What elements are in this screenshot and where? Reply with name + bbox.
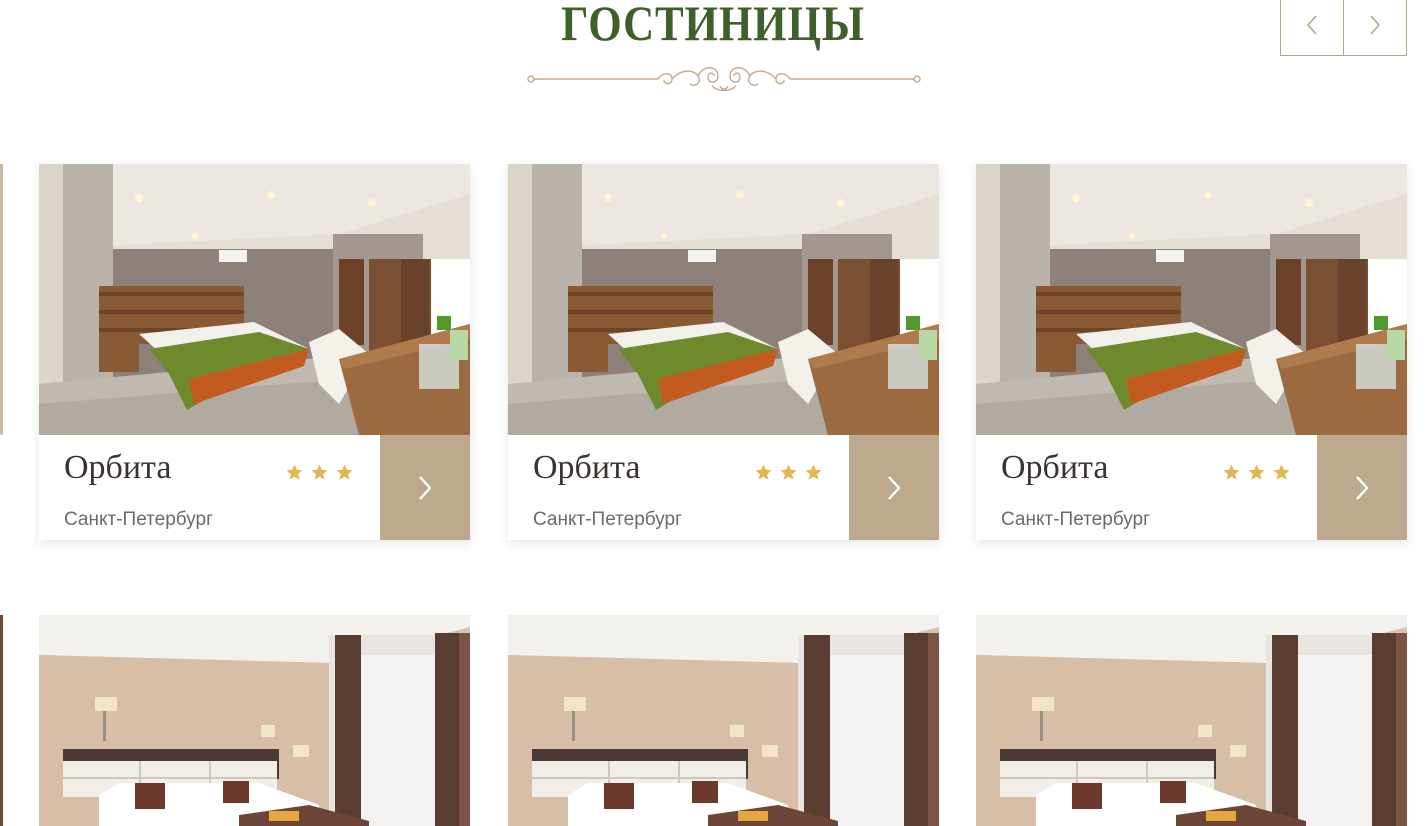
- hotel-city: Санкт-Петербург: [533, 509, 683, 530]
- star-icon: [755, 464, 772, 480]
- hotel-info: Орбита Санкт-Петербург: [976, 435, 1407, 540]
- hotel-card-partial: [0, 615, 3, 826]
- next-button[interactable]: [1342, 0, 1407, 56]
- prev-button[interactable]: [1280, 0, 1344, 56]
- hotel-card[interactable]: Орбита Санкт-Петербург: [39, 164, 470, 540]
- hotel-card[interactable]: [976, 615, 1407, 826]
- section-title: ГОСТИНИЦЫ: [561, 0, 865, 51]
- hotel-photo: [39, 164, 470, 435]
- hotel-card[interactable]: Орбита Санкт-Петербург: [508, 164, 939, 540]
- hotel-stars: [754, 463, 823, 482]
- hotel-photo: [508, 615, 939, 826]
- hotel-stars: [285, 463, 354, 482]
- hotels-page: ГОСТИНИЦЫ Орбита Санкт-Петербург Орбита …: [0, 0, 1426, 826]
- hotel-info: Орбита Санкт-Петербург: [39, 435, 470, 540]
- hotel-photo: [508, 164, 939, 435]
- star-icon: [311, 464, 328, 480]
- hotel-card[interactable]: Орбита Санкт-Петербург: [976, 164, 1407, 540]
- chevron-right-icon: [1356, 475, 1369, 500]
- hotel-stars: [1222, 463, 1291, 482]
- hotel-name: Орбита: [1001, 449, 1109, 486]
- star-icon: [336, 464, 353, 480]
- hotel-city: Санкт-Петербург: [1001, 509, 1151, 530]
- star-icon: [1273, 464, 1290, 480]
- hotel-details-button[interactable]: [849, 435, 939, 540]
- star-icon: [805, 464, 822, 480]
- chevron-right-icon: [1369, 15, 1380, 35]
- hotel-name: Орбита: [64, 449, 172, 486]
- slider-nav: [1280, 0, 1407, 56]
- chevron-right-icon: [419, 475, 432, 500]
- hotel-details-button[interactable]: [1317, 435, 1407, 540]
- star-icon: [780, 464, 797, 480]
- star-icon: [1248, 464, 1265, 480]
- star-icon: [1223, 464, 1240, 480]
- ornament-divider-icon: [527, 67, 921, 92]
- chevron-right-icon: [888, 475, 901, 500]
- hotel-photo: [976, 164, 1407, 435]
- hotel-photo: [39, 615, 470, 826]
- chevron-left-icon: [1306, 15, 1317, 35]
- hotel-card-partial: [0, 164, 3, 540]
- hotel-city: Санкт-Петербург: [64, 509, 214, 530]
- hotel-photo: [976, 615, 1407, 826]
- hotel-details-button[interactable]: [380, 435, 470, 540]
- hotel-card[interactable]: [508, 615, 939, 826]
- star-icon: [286, 464, 303, 480]
- hotel-info: Орбита Санкт-Петербург: [508, 435, 939, 540]
- hotel-card[interactable]: [39, 615, 470, 826]
- hotel-name: Орбита: [533, 449, 641, 486]
